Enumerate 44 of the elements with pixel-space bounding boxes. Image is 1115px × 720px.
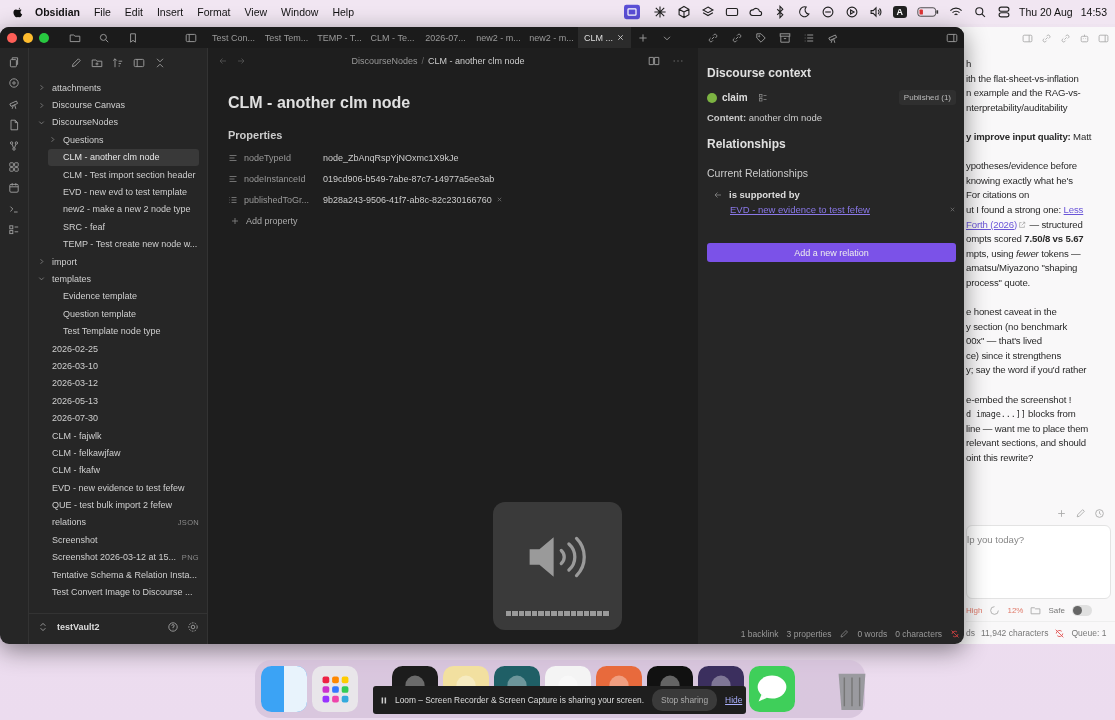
status-item: 1 backlink bbox=[740, 629, 779, 639]
message-text: ut I found a strong one: Less bbox=[966, 202, 1085, 217]
status-text: ds bbox=[966, 628, 975, 638]
message-text: h bbox=[966, 57, 973, 71]
message-text: relevant sections, and should bbox=[966, 436, 1087, 451]
section-heading: Relationships bbox=[707, 137, 787, 151]
queue-count: Queue: 1 bbox=[1071, 628, 1107, 638]
message-text: y improve input quality: Matt bbox=[966, 129, 1093, 144]
relation-label: is supported by bbox=[729, 189, 800, 200]
message-text: mpts, using fewer tokens — bbox=[966, 246, 1082, 261]
panel-title: Discourse context bbox=[707, 66, 813, 80]
message-text: nterpretability/auditability bbox=[966, 100, 1069, 115]
subsection-heading: Current Relationships bbox=[707, 167, 809, 179]
message-text: amatsu/Miyazono "shaping bbox=[966, 261, 1079, 276]
message-text: ce) since it strengthens bbox=[966, 348, 1063, 363]
message-text: n example and the RAG-vs- bbox=[966, 86, 1082, 101]
status-item: 0 words bbox=[857, 629, 888, 639]
properties-heading: Properties bbox=[228, 129, 284, 141]
note-title: CLM - another clm node bbox=[228, 94, 412, 112]
message-text: ith the flat-sheet-vs-inflation bbox=[966, 71, 1080, 86]
message-text: e honest caveat in the bbox=[966, 305, 1058, 320]
message-text: ompts scored 7.50/8 vs 5.67 bbox=[966, 232, 1085, 247]
message-text: y; say the word if you'd rather bbox=[966, 363, 1088, 378]
message-text: ypotheses/evidence before bbox=[966, 159, 1078, 174]
message-text: 00x" — that's lived bbox=[966, 334, 1043, 349]
published-badge: Published (1) bbox=[898, 90, 956, 105]
sharing-message: Loom – Screen Recorder & Screen Capture is sharing your screen. bbox=[395, 695, 645, 705]
node-type-label: claim bbox=[722, 92, 748, 103]
message-text: e-embed the screenshot ! bbox=[966, 392, 1073, 407]
context-usage: 12% bbox=[1007, 605, 1024, 615]
message-text: For citations on bbox=[966, 188, 1031, 203]
status-item: 3 properties bbox=[786, 629, 832, 639]
message-text: process" quote. bbox=[966, 275, 1032, 290]
character-count: 11,942 characters bbox=[981, 628, 1049, 638]
mode-label: Safe bbox=[1048, 605, 1065, 615]
message-text: Forth (2026) — structured bbox=[966, 217, 1084, 232]
status-item: 0 characters bbox=[895, 629, 942, 639]
message-text: d image...]] blocks from bbox=[966, 407, 1077, 422]
message-text: knowing exactly what he's bbox=[966, 173, 1074, 188]
content-text: Content: another clm node bbox=[707, 112, 824, 123]
message-text: line — want me to place them bbox=[966, 421, 1090, 436]
message-text: y section (no benchmark bbox=[966, 319, 1069, 334]
message-text: oint this rewrite? bbox=[966, 451, 1035, 466]
breadcrumb-separator: / bbox=[421, 56, 424, 66]
